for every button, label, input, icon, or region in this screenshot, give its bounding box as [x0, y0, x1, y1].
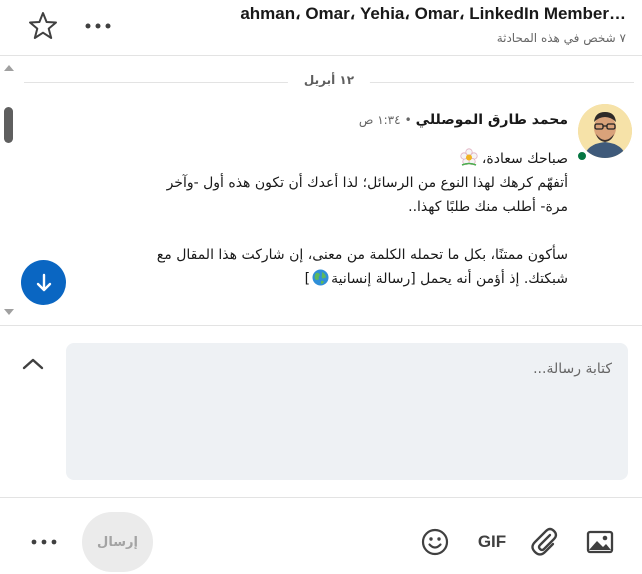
arrow-down-icon: [36, 273, 51, 291]
message-line: شبكتك. إذ أؤمن أنه يحمل [رسالة إنسانية ]: [62, 267, 568, 291]
message-thread[interactable]: ١٢ أبريل محمد طارق الموصللي •١:٣٤ ص صباحك…: [0, 57, 642, 325]
more-options-icon[interactable]: [26, 528, 62, 556]
message-text-end: ]: [304, 271, 311, 287]
avatar[interactable]: [578, 104, 632, 158]
jump-to-latest-button[interactable]: [21, 260, 66, 305]
message-text: شبكتك. إذ أؤمن أنه يحمل [رسالة إنسانية: [331, 271, 568, 287]
more-icon[interactable]: [80, 9, 116, 43]
message-body: صباحك سعادة، أتفهّم كرهك لهذا النوع من ا…: [62, 147, 568, 291]
scroll-up-arrow[interactable]: [2, 61, 16, 73]
flower-emoji-icon: [460, 148, 478, 166]
message-line: أتفهّم كرهك لهذا النوع من الرسائل؛ لذا أ…: [166, 175, 568, 191]
globe-emoji-icon: [312, 269, 329, 286]
meta-separator: •: [404, 113, 412, 127]
message-greeting: صباحك سعادة،: [481, 151, 568, 167]
thread-composer-divider: [0, 325, 642, 326]
composer-toolbar-divider: [0, 497, 642, 498]
online-status-indicator: [576, 150, 588, 162]
message-time: ١:٣٤ ص: [358, 113, 401, 127]
scroll-down-arrow[interactable]: [2, 307, 16, 319]
date-divider-label: ١٢ أبريل: [287, 73, 371, 87]
gif-button[interactable]: GIF: [472, 530, 512, 554]
conversation-title[interactable]: …ahman، Omar، Yehia، Omar، LinkedIn Memb…: [156, 4, 626, 24]
chevron-up-icon[interactable]: [18, 351, 48, 377]
image-icon[interactable]: [585, 527, 615, 557]
smiley-icon[interactable]: [420, 527, 450, 557]
conversation-header: …ahman، Omar، Yehia، Omar، LinkedIn Memb…: [0, 0, 642, 56]
paperclip-icon[interactable]: [528, 525, 560, 557]
messaging-window: …ahman، Omar، Yehia، Omar، LinkedIn Memb…: [0, 0, 642, 574]
message-composer[interactable]: [66, 343, 628, 480]
participant-count: ٧ شخص في هذه المحادثة: [496, 31, 626, 45]
message-line: سأكون ممتنًا، بكل ما تحمله الكلمة من معن…: [156, 247, 568, 263]
sender-name[interactable]: محمد طارق الموصللي: [416, 112, 568, 128]
message-meta: محمد طارق الموصللي •١:٣٤ ص: [359, 109, 568, 128]
star-icon[interactable]: [26, 9, 60, 43]
message-input[interactable]: [92, 361, 612, 377]
message-line: صباحك سعادة،: [62, 147, 568, 171]
date-divider: ١٢ أبريل: [24, 73, 634, 93]
message-line: مرة- أطلب منك طلبًا كهذا..: [408, 199, 568, 215]
scrollbar-thumb[interactable]: [4, 107, 13, 143]
send-button[interactable]: إرسال: [82, 512, 153, 572]
